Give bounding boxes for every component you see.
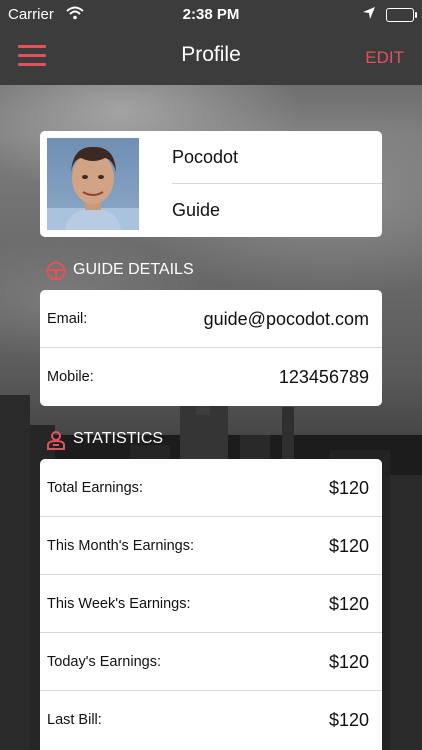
email-label: Email: bbox=[47, 311, 88, 327]
steering-wheel-icon bbox=[46, 261, 66, 281]
last-bill-label: Last Bill: bbox=[47, 712, 102, 728]
status-time: 2:38 PM bbox=[182, 6, 240, 23]
guide-details-card: Email: guide@pocodot.com Mobile: 1234567… bbox=[40, 290, 382, 406]
stat-row: Total Earnings: $120 bbox=[40, 459, 382, 517]
stat-row: This Week's Earnings: $120 bbox=[40, 575, 382, 633]
statistics-title: STATISTICS bbox=[73, 430, 164, 447]
stat-row: Last Bill: $120 bbox=[40, 691, 382, 749]
total-earnings-label: Total Earnings: bbox=[47, 480, 143, 496]
status-bar: Carrier 2:38 PM bbox=[0, 0, 422, 30]
total-earnings-value: $120 bbox=[328, 478, 369, 498]
week-earnings-value: $120 bbox=[328, 594, 369, 614]
stat-row: This Month's Earnings: $120 bbox=[40, 517, 382, 575]
location-arrow-icon bbox=[362, 6, 376, 24]
email-row: Email: guide@pocodot.com bbox=[40, 290, 382, 348]
month-earnings-label: This Month's Earnings: bbox=[47, 538, 195, 554]
battery-icon bbox=[386, 8, 417, 22]
page-title: Profile bbox=[181, 43, 241, 66]
edit-button[interactable]: EDIT bbox=[365, 48, 404, 68]
month-earnings-value: $120 bbox=[328, 536, 369, 556]
email-value: guide@pocodot.com bbox=[203, 309, 369, 329]
profile-role: Guide bbox=[172, 200, 221, 220]
avatar bbox=[47, 138, 139, 230]
guide-details-title: GUIDE DETAILS bbox=[73, 261, 194, 278]
profile-card: Pocodot Guide bbox=[40, 131, 382, 237]
person-icon bbox=[47, 431, 65, 450]
mobile-row: Mobile: 123456789 bbox=[40, 348, 382, 406]
last-bill-value: $120 bbox=[328, 710, 369, 730]
week-earnings-label: This Week's Earnings: bbox=[47, 596, 191, 612]
today-earnings-label: Today's Earnings: bbox=[47, 654, 161, 670]
mobile-label: Mobile: bbox=[47, 369, 94, 385]
profile-name: Pocodot bbox=[172, 131, 382, 184]
navigation-bar: Profile EDIT bbox=[0, 30, 422, 85]
today-earnings-value: $120 bbox=[328, 652, 369, 672]
mobile-value: 123456789 bbox=[278, 367, 369, 387]
statistics-card: Total Earnings: $120 This Month's Earnin… bbox=[40, 459, 382, 750]
stat-row: Today's Earnings: $120 bbox=[40, 633, 382, 691]
